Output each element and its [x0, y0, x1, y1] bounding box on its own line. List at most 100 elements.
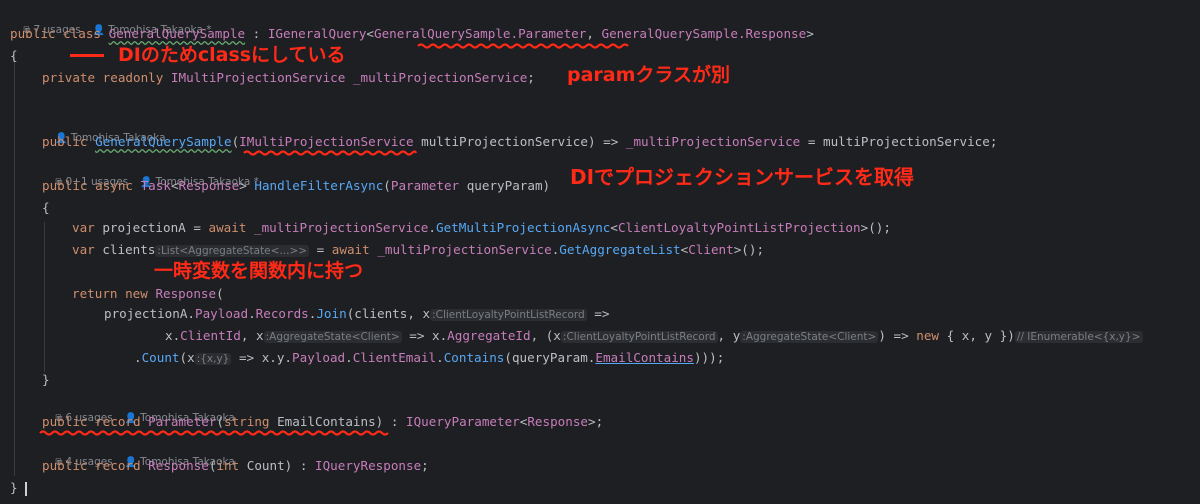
code-line-14: public record Parameter(string EmailCont… [42, 412, 603, 432]
type-hint[interactable]: :AggregateState<Client> [740, 331, 879, 343]
code-text: ( [216, 414, 225, 429]
indent-guide [14, 56, 15, 476]
code-text: < [170, 178, 179, 193]
code-text: multiProjectionService) => [413, 134, 626, 149]
inline-comment-hint[interactable]: // IEnumerable<{x,y}> [1014, 331, 1143, 343]
keyword: public record [42, 458, 141, 473]
record-name[interactable]: Parameter [148, 414, 216, 429]
code-text: >(); [733, 242, 765, 257]
code-line-7: var projectionA = await _multiProjection… [72, 218, 891, 238]
property-name[interactable]: Payload [195, 306, 248, 321]
brace: { [10, 48, 18, 63]
code-text: ))); [693, 350, 725, 365]
class-name[interactable]: GeneralQuerySample [109, 26, 245, 41]
field-name[interactable]: _multiProjectionService [254, 220, 428, 235]
code-text: > [806, 26, 814, 41]
annotation-di-class: DIのためclassにしている [118, 44, 346, 66]
code-text: x. [165, 328, 181, 343]
code-text: Count) : [239, 458, 316, 473]
code-text: EmailContains) : [269, 414, 406, 429]
annotation-underline [417, 43, 629, 49]
method-name[interactable]: Join [316, 306, 346, 321]
code-line-12: .Count(x:{x,y} => x.y.Payload.ClientEmai… [134, 348, 724, 368]
property-name[interactable]: AggregateId [447, 328, 530, 343]
code-text: , [586, 26, 602, 41]
type-name[interactable]: Response [527, 414, 588, 429]
record-name[interactable]: Response [148, 458, 209, 473]
annotation-local-variable: 一時変数を関数内に持つ [154, 260, 364, 282]
code-text: < [610, 220, 618, 235]
code-vision-line: ⧉ 4 usages 👤 Tomohisa Takaoka [42, 438, 235, 468]
brace: } [42, 372, 50, 387]
property-name[interactable]: Records [256, 306, 309, 321]
method-name[interactable]: Count [142, 350, 180, 365]
annotation-param-class: paramクラスが別 [567, 64, 731, 86]
type-name[interactable]: Response [179, 178, 240, 193]
code-text: . [436, 350, 444, 365]
field-name[interactable]: _multiProjectionService [353, 70, 527, 85]
keyword: private readonly [42, 70, 164, 85]
keyword: public [10, 26, 56, 41]
interface-name[interactable]: IMultiProjectionService [239, 134, 413, 149]
type-hint[interactable]: :{x,y} [194, 353, 232, 365]
annotation-dash [70, 54, 104, 57]
code-vision-line: ⧉ 6 usages 👤 Tomohisa Takaoka [42, 394, 235, 424]
brace: } [10, 480, 18, 495]
method-name[interactable]: Contains [444, 350, 505, 365]
code-text: = [309, 242, 332, 257]
keyword: new [125, 286, 148, 301]
property-name[interactable]: ClientEmail [353, 350, 436, 365]
type-name[interactable]: Task [141, 178, 171, 193]
type-hint[interactable]: :ClientLoyaltyPointListRecord [560, 331, 718, 343]
code-line-5: public async Task<Response> HandleFilter… [42, 176, 550, 196]
code-line-15: public record Response(int Count) : IQue… [42, 456, 429, 476]
text-cursor [25, 481, 28, 496]
code-line-16: } [10, 478, 28, 498]
type-name[interactable]: GeneralQuerySample.Parameter [374, 26, 586, 41]
code-text: => x.y. [231, 350, 293, 365]
indent-guide [44, 222, 45, 372]
code-text: >(); [860, 220, 891, 235]
code-line-4: public GeneralQuerySample(IMultiProjecti… [42, 132, 997, 152]
code-line-6: { [42, 198, 50, 218]
code-vision-line: 👤 Tomohisa Takaoka [42, 114, 165, 144]
interface-name[interactable]: IQueryParameter [406, 414, 520, 429]
type-name[interactable]: Client [688, 242, 734, 257]
code-editor[interactable]: ⧉ 7 usages 👤 Tomohisa Takaoka * public clas… [0, 0, 1200, 504]
code-text: . [248, 306, 256, 321]
field-name[interactable]: _multiProjectionService [377, 242, 551, 257]
code-text: ( [383, 178, 391, 193]
type-name[interactable]: Response [155, 286, 216, 301]
code-text: > [239, 178, 255, 193]
property-name[interactable]: Payload [292, 350, 345, 365]
code-text: projectionA = [94, 220, 209, 235]
type-name[interactable]: ClientLoyaltyPointListProjection [618, 220, 861, 235]
keyword: var [72, 242, 95, 257]
keyword: await [331, 242, 370, 257]
method-name[interactable]: GetAggregateList [559, 242, 680, 257]
type-hint[interactable]: :ClientLoyaltyPointListRecord [430, 309, 587, 321]
type-hint[interactable]: :AggregateState<Client> [263, 331, 402, 343]
code-text: projectionA. [104, 306, 195, 321]
type-name[interactable]: GeneralQuerySample.Response [602, 26, 807, 41]
code-line-11: x.ClientId, x:AggregateState<Client> => … [165, 326, 1143, 346]
keyword: return [72, 286, 118, 301]
field-name[interactable]: _multiProjectionService [626, 134, 800, 149]
type-name[interactable]: Parameter [391, 178, 459, 193]
interface-name[interactable]: IQueryResponse [315, 458, 421, 473]
constructor-name[interactable]: GeneralQuerySample [95, 134, 231, 149]
method-name[interactable]: GetMultiProjectionAsync [436, 220, 610, 235]
property-name[interactable]: ClientId [180, 328, 241, 343]
brace: { [42, 200, 50, 215]
keyword: new [916, 328, 940, 343]
code-text: < [366, 26, 375, 41]
property-link[interactable]: EmailContains [595, 350, 694, 365]
interface-name[interactable]: IMultiProjectionService [171, 70, 345, 85]
keyword: public async [42, 178, 133, 193]
code-line-3: private readonly IMultiProjectionService… [42, 68, 535, 88]
code-text: , y [717, 328, 741, 343]
method-name[interactable]: HandleFilterAsync [254, 178, 383, 193]
keyword: public record [42, 414, 141, 429]
interface-name[interactable]: IGeneralQuery [268, 26, 367, 41]
